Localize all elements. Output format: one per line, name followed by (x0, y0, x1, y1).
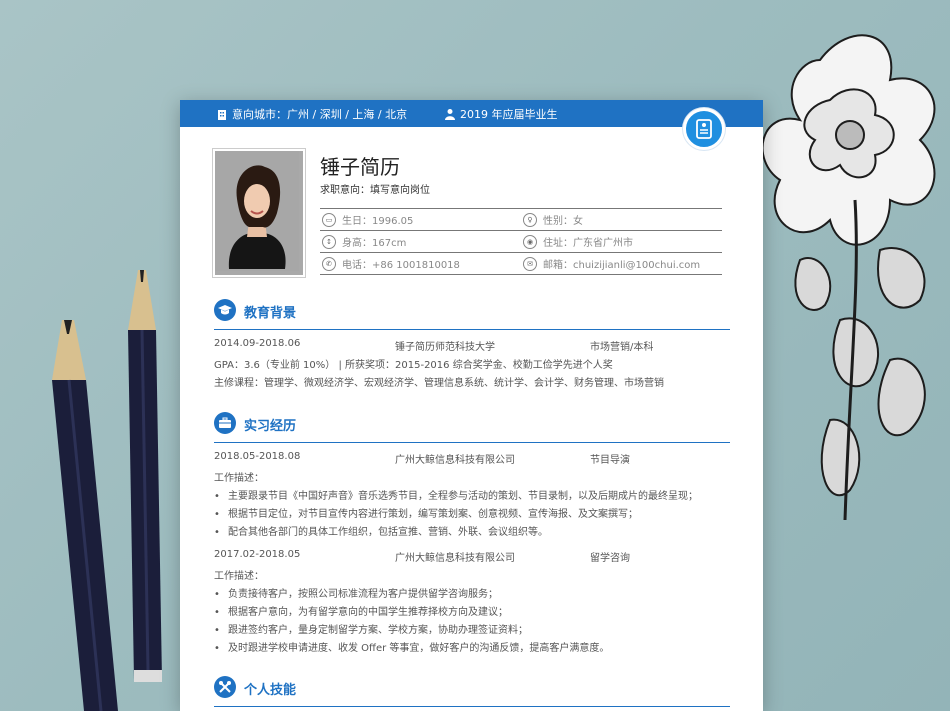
job2-bullet-4: 及时跟进学校申请进度、收发 Offer 等事宜，做好客户的沟通反馈，提高客户满意… (214, 639, 609, 654)
job1-bullet-3: 配合其他各部门的具体工作组织，包括宣推、营销、外联、会议组织等。 (214, 523, 548, 538)
profile-photo (212, 148, 306, 278)
education-period: 2014.09-2018.06 (214, 338, 301, 349)
section-skills-title: 个人技能 (244, 683, 297, 698)
section-internship-title: 实习经历 (244, 419, 297, 434)
resume-paper: 意向城市：广州 / 深圳 / 上海 / 北京 2019 年应届毕业生 锤子简历 … (180, 100, 763, 711)
intended-city: 意向城市：广州 / 深圳 / 上海 / 北京 (216, 106, 407, 122)
resume-badge (683, 108, 725, 150)
graduate-status-text: 2019 年应届毕业生 (460, 108, 558, 121)
graduation-cap-icon (214, 299, 236, 321)
info-address: ◉ 住址：广东省广州市 (521, 231, 722, 252)
job1-role: 节目导演 (590, 455, 630, 466)
personal-info-table: ▭ 生日：1996.05 ♀ 性别：女 ↕ 身高：167cm ◉ 住址：广东省广州市 ✆… (320, 208, 722, 275)
email-icon: ✉ (523, 256, 537, 271)
job2-desc-label: 工作描述： (214, 571, 264, 582)
job1-company: 广州大鲸信息科技有限公司 (395, 455, 515, 466)
pencil-left (52, 320, 118, 711)
job1-period: 2018.05-2018.08 (214, 451, 301, 462)
job-intent: 求职意向：填写意向岗位 (320, 185, 430, 196)
section-education-title: 教育背景 (244, 306, 297, 321)
location-icon: ◉ (523, 234, 537, 249)
info-birthday: ▭ 生日：1996.05 (320, 209, 521, 230)
education-courses: 主修课程：管理学、微观经济学、宏观经济学、管理信息系统、统计学、会计学、财务管理… (214, 378, 664, 389)
info-gender: ♀ 性别：女 (521, 209, 722, 230)
flower-illustration (761, 34, 936, 521)
job2-bullet-1: 负责接待客户，按照公司标准流程为客户提供留学咨询服务； (214, 585, 498, 600)
info-height: ↕ 身高：167cm (320, 231, 521, 252)
section-education: 教育背景 (214, 299, 730, 330)
job2-bullet-3: 跟进签约客户，量身定制留学方案、学校方案，协助办理签证资料； (214, 621, 528, 636)
intended-city-text: 意向城市：广州 / 深圳 / 上海 / 北京 (232, 108, 408, 121)
section-skills: 个人技能 (214, 676, 730, 707)
graduate-status: 2019 年应届毕业生 (444, 106, 558, 122)
user-icon (445, 109, 455, 120)
job2-bullet-2: 根据客户意向，为有留学意向的中国学生推荐择校方向及建议； (214, 603, 508, 618)
info-email: ✉ 邮箱：chuizijianli@100chui.com (521, 253, 722, 274)
job2-period: 2017.02-2018.05 (214, 549, 301, 560)
section-internship: 实习经历 (214, 412, 730, 443)
phone-icon: ✆ (322, 256, 336, 271)
gender-icon: ♀ (523, 212, 537, 227)
resume-name: 锤子简历 (320, 155, 400, 179)
job2-role: 留学咨询 (590, 553, 630, 564)
job1-desc-label: 工作描述： (214, 473, 264, 484)
document-icon (696, 119, 712, 139)
education-gpa: GPA：3.6（专业前 10%） | 所获奖项：2015-2016 综合奖学金、… (214, 360, 613, 371)
job1-bullet-1: 主要跟录节目《中国好声音》音乐选秀节目，全程参与活动的策划、节目录制，以及后期成… (214, 487, 698, 502)
height-icon: ↕ (322, 234, 336, 249)
job2-company: 广州大鲸信息科技有限公司 (395, 553, 515, 564)
education-school: 锤子简历师范科技大学 (395, 342, 495, 353)
birthday-icon: ▭ (322, 212, 336, 227)
info-phone: ✆ 电话：+86 1001810018 (320, 253, 521, 274)
briefcase-icon (214, 412, 236, 434)
job1-bullet-2: 根据节目定位，对节目宣传内容进行策划，编写策划案、创意视频、宣传海报、及文案撰写… (214, 505, 638, 520)
building-icon (218, 110, 226, 120)
education-major: 市场营销/本科 (590, 342, 654, 353)
resume-top-bar: 意向城市：广州 / 深圳 / 上海 / 北京 2019 年应届毕业生 (180, 100, 763, 127)
pencil-right (128, 270, 162, 682)
tools-icon (214, 676, 236, 698)
